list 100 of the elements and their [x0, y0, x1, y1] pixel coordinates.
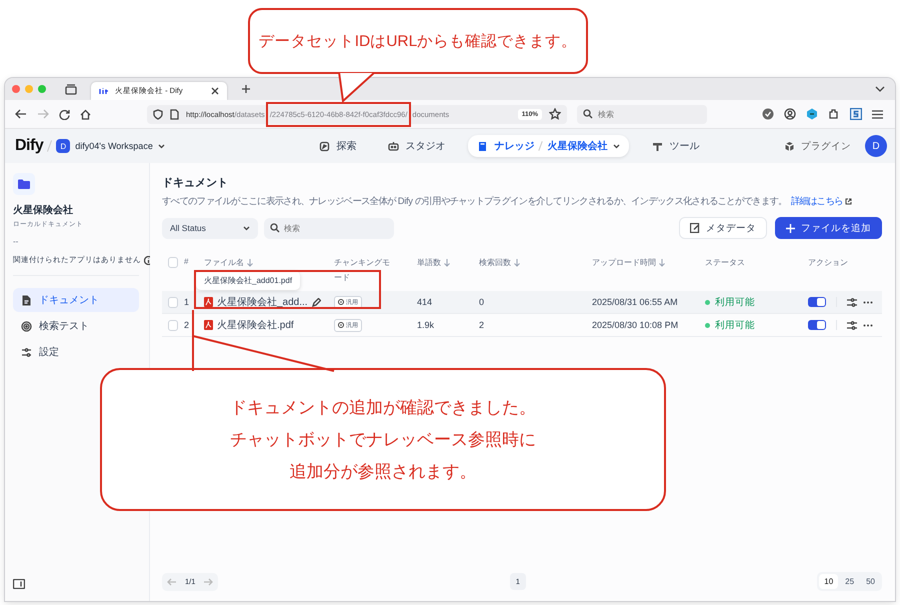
search-input[interactable]: 検索	[598, 104, 701, 124]
pdf-file-icon	[204, 320, 213, 330]
callout-text: データセットIDはURLからも確認できます。	[258, 32, 578, 52]
nav-tab[interactable]: スタジオ	[379, 135, 454, 157]
bookmark-star-icon	[549, 108, 561, 120]
more-icon	[863, 324, 873, 326]
nav-tab[interactable]: 探索	[310, 135, 366, 157]
enable-toggle[interactable]	[808, 297, 826, 307]
search-field[interactable]: 検索	[577, 104, 707, 124]
sliders-icon	[847, 298, 857, 306]
file-name-tooltip: 火星保険会社_add01.pdf	[196, 271, 300, 290]
table-cell: 0	[479, 297, 484, 307]
column-header[interactable]: ファイル名	[204, 257, 253, 268]
search-field[interactable]: 検索	[264, 218, 394, 238]
more-icon	[863, 300, 873, 304]
page-size-option[interactable]: 50	[861, 574, 880, 589]
status-label: 利用可能	[705, 296, 755, 308]
extension-cube-icon	[806, 108, 818, 120]
table-cell: 2025/08/31 06:55 AM	[592, 297, 678, 307]
column-header[interactable]: 検索回数	[479, 257, 520, 268]
reload-icon	[59, 108, 70, 120]
metadata-button[interactable]: メタデータ	[679, 217, 767, 239]
close-icon	[211, 86, 219, 94]
prev-page-icon	[167, 578, 177, 586]
plugins-button[interactable]: プラグイン	[784, 140, 852, 152]
plus-icon	[786, 224, 795, 232]
callout-text: ドキュメントの追加が確認できました。	[230, 396, 536, 418]
callout-text: チャットボットでナレッベース参照時に	[230, 428, 536, 450]
table-cell: 414	[417, 297, 432, 307]
document-icon	[21, 294, 32, 306]
puzzle-icon	[828, 108, 840, 120]
file-name[interactable]: 火星保険会社_add...	[217, 295, 308, 309]
sidebar-toggle-icon	[13, 579, 25, 589]
column-header[interactable]: 単語数	[417, 257, 450, 268]
file-name[interactable]: 火星保険会社.pdf	[217, 318, 294, 332]
gear-icon	[338, 299, 344, 305]
dify-logo-icon	[99, 86, 109, 94]
back-icon	[15, 109, 27, 119]
folder-icon	[18, 179, 30, 189]
table-cell: 2	[184, 320, 190, 330]
sidebar-item[interactable]: 設定	[13, 340, 139, 364]
sort-arrow-icon	[659, 258, 665, 266]
table-cell: 2	[479, 320, 484, 330]
robot-icon	[388, 140, 400, 152]
forward-icon	[37, 109, 49, 119]
edit-icon	[312, 298, 321, 306]
page-title: ドキュメント	[162, 176, 229, 190]
dataset-description: --	[13, 237, 20, 246]
sort-arrow-icon	[247, 258, 253, 266]
column-header: ステータス	[705, 257, 745, 268]
s-extension-icon	[850, 108, 862, 120]
sliders-icon	[847, 320, 857, 330]
sort-arrow-icon	[514, 258, 520, 266]
column-header: チャンキングモード	[334, 257, 391, 284]
workspace-switcher[interactable]: D dify04's Workspace	[56, 139, 165, 153]
dify-logo[interactable]: Dify	[15, 137, 44, 155]
learn-more-link[interactable]: 詳細はこちら	[790, 195, 852, 208]
row-checkbox[interactable]	[168, 320, 178, 330]
cube-icon	[784, 140, 796, 152]
search-icon	[270, 223, 280, 233]
compass-icon	[319, 140, 330, 152]
search-input[interactable]: 検索	[284, 218, 388, 238]
nav-tab[interactable]: ツール	[643, 135, 708, 157]
status-filter[interactable]: All Status	[162, 218, 258, 238]
check-badge-icon	[762, 108, 774, 120]
search-icon	[583, 109, 593, 119]
chevron-down-icon	[243, 226, 250, 230]
sliders-icon	[21, 346, 32, 358]
sort-arrow-icon	[444, 258, 450, 266]
chevron-down-icon	[158, 144, 165, 148]
account-icon	[784, 108, 796, 120]
shield-icon	[153, 108, 163, 120]
edit-note-icon	[690, 223, 700, 233]
select-all-checkbox[interactable]	[168, 257, 178, 268]
tab-overview-icon	[65, 84, 77, 94]
dataset-name: 火星保険会社	[13, 204, 74, 217]
table-cell: 1	[184, 297, 190, 307]
pdf-file-icon	[204, 297, 213, 307]
page-size-option[interactable]: 10	[819, 574, 838, 589]
status-label: 利用可能	[705, 318, 755, 332]
column-header: #	[184, 257, 188, 266]
menu-icon	[872, 110, 883, 118]
add-file-button[interactable]: ファイルを追加	[775, 217, 882, 239]
gear-icon	[338, 322, 344, 328]
hammer-icon	[652, 140, 664, 152]
sidebar-item[interactable]: ドキュメント	[13, 288, 139, 312]
column-header[interactable]: アップロード時間	[592, 257, 665, 268]
page-description: すべてのファイルがここに表示され、ナレッジベース全体が Dify の引用やチャットプラグインを介してリンクされるか、インデックス化されることができます。	[162, 195, 787, 208]
book-icon	[477, 140, 488, 152]
sidebar-item[interactable]: 検索テスト	[13, 314, 139, 338]
user-avatar[interactable]: D	[865, 135, 888, 157]
row-checkbox[interactable]	[168, 296, 178, 308]
enable-toggle[interactable]	[808, 320, 826, 330]
page-size-option[interactable]: 25	[840, 574, 860, 589]
nav-tab[interactable]: ナレッジ 火星保険会社	[468, 135, 630, 157]
table-cell: 1.9k	[417, 320, 434, 330]
next-page-icon	[203, 578, 214, 586]
target-icon	[21, 320, 32, 332]
new-tab-icon	[241, 84, 251, 94]
external-link-icon	[844, 198, 852, 205]
